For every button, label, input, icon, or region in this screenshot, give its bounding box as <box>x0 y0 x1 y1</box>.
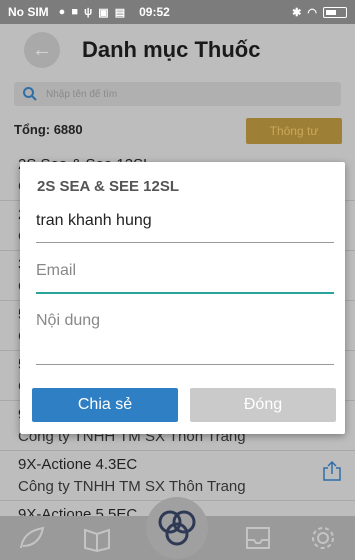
content-field <box>36 312 334 365</box>
email-field <box>36 262 334 294</box>
dialog-title: 2S SEA & SEE 12SL <box>37 178 180 195</box>
name-field <box>36 212 334 243</box>
close-button[interactable]: Đóng <box>190 388 336 422</box>
share-dialog: 2S SEA & SEE 12SL Chia sẻ Đóng <box>20 162 345 434</box>
content-input[interactable] <box>36 312 334 348</box>
share-button[interactable]: Chia sẻ <box>32 388 178 422</box>
email-input[interactable] <box>36 262 334 280</box>
name-input[interactable] <box>36 212 334 230</box>
